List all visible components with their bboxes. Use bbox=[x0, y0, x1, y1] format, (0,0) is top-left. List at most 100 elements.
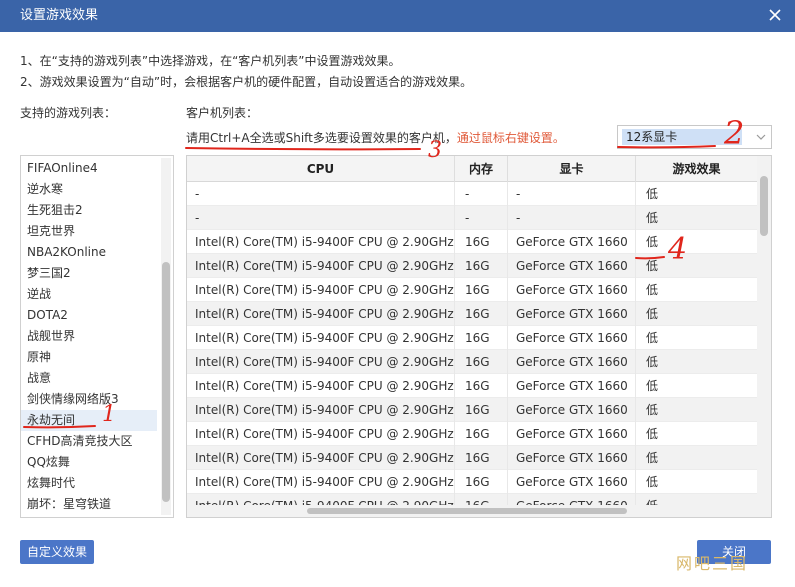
table-row[interactable]: Intel(R) Core(TM) i5-9400F CPU @ 2.90GHz… bbox=[187, 278, 757, 302]
cell-memory: 16G bbox=[455, 278, 508, 302]
cell-memory: 16G bbox=[455, 374, 508, 398]
cell-game-effect: 低 bbox=[646, 403, 659, 417]
cell-gpu: GeForce GTX 1660 bbox=[508, 398, 636, 422]
column-header-memory[interactable]: 内存 bbox=[455, 156, 508, 182]
cell-game-effect: 低 bbox=[646, 259, 659, 273]
title-bar: 设置游戏效果 bbox=[0, 0, 795, 32]
cell-game-effect: 低 bbox=[646, 475, 659, 489]
table-row[interactable]: Intel(R) Core(TM) i5-9400F CPU @ 2.90GHz… bbox=[187, 422, 757, 446]
cell-memory: 16G bbox=[455, 302, 508, 326]
cell-cpu: Intel(R) Core(TM) i5-9400F CPU @ 2.90GHz bbox=[187, 422, 455, 446]
cell-cpu: Intel(R) Core(TM) i5-9400F CPU @ 2.90GHz bbox=[187, 326, 455, 350]
game-list-item[interactable]: NBA2KOnline bbox=[21, 242, 157, 263]
game-list-item[interactable]: FIFAOnline4 bbox=[21, 158, 157, 179]
game-list-item[interactable]: 战舰世界 bbox=[21, 326, 157, 347]
cell-cpu: Intel(R) Core(TM) i5-9400F CPU @ 2.90GHz bbox=[187, 374, 455, 398]
cell-memory: 16G bbox=[455, 422, 508, 446]
cell-gpu: - bbox=[508, 182, 636, 206]
instruction-line-2: 2、游戏效果设置为“自动”时，会根据客户机的硬件配置，自动设置适合的游戏效果。 bbox=[20, 75, 473, 89]
cell-cpu: - bbox=[187, 206, 455, 230]
selection-hint: 请用Ctrl+A全选或Shift多选要设置效果的客户机，通过鼠标右键设置。 bbox=[186, 130, 565, 146]
cell-game-effect: 低 bbox=[646, 283, 659, 297]
table-row[interactable]: Intel(R) Core(TM) i5-9400F CPU @ 2.90GHz… bbox=[187, 326, 757, 350]
cell-game-effect: 低 bbox=[646, 355, 659, 369]
game-list-item[interactable]: CFHD高清竞技大区 bbox=[21, 431, 157, 452]
games-list-scroll-thumb[interactable] bbox=[162, 262, 170, 502]
game-list-item[interactable]: QQ炫舞 bbox=[21, 452, 157, 473]
cell-game-effect: 低 bbox=[646, 331, 659, 345]
cell-gpu: - bbox=[508, 206, 636, 230]
cell-cpu: Intel(R) Core(TM) i5-9400F CPU @ 2.90GHz bbox=[187, 470, 455, 494]
close-icon[interactable] bbox=[767, 7, 783, 23]
table-vertical-scroll-thumb[interactable] bbox=[760, 176, 768, 236]
hint-text: 请用Ctrl+A全选或Shift多选要设置效果的客户机， bbox=[186, 131, 457, 145]
game-list-item[interactable]: 梦三国2 bbox=[21, 263, 157, 284]
game-list-item[interactable]: 炫舞时代 bbox=[21, 473, 157, 494]
game-list-item[interactable]: 崩坏：星穹铁道 bbox=[21, 494, 157, 515]
annotation-underline-hint bbox=[185, 147, 421, 151]
games-list-label: 支持的游戏列表： bbox=[20, 106, 117, 120]
cell-cpu: Intel(R) Core(TM) i5-9400F CPU @ 2.90GHz bbox=[187, 446, 455, 470]
custom-effect-button[interactable]: 自定义效果 bbox=[20, 540, 94, 564]
cell-gpu: GeForce GTX 1660 bbox=[508, 230, 636, 254]
game-list-item[interactable]: 原神 bbox=[21, 347, 157, 368]
game-list-item[interactable]: 剑侠情缘网络版3 bbox=[21, 389, 157, 410]
cell-memory: 16G bbox=[455, 326, 508, 350]
cell-gpu: GeForce GTX 1660 bbox=[508, 374, 636, 398]
table-vertical-scrollbar[interactable] bbox=[757, 156, 771, 517]
instruction-line-1: 1、在“支持的游戏列表”中选择游戏，在“客户机列表”中设置游戏效果。 bbox=[20, 54, 401, 68]
table-row[interactable]: Intel(R) Core(TM) i5-9400F CPU @ 2.90GHz… bbox=[187, 302, 757, 326]
cell-cpu: Intel(R) Core(TM) i5-9400F CPU @ 2.90GHz bbox=[187, 230, 455, 254]
cell-memory: 16G bbox=[455, 230, 508, 254]
clients-table[interactable]: CPU 内存 显卡 游戏效果 - - - 低 - - - 低 Intel(R) Core(TM)… bbox=[186, 155, 772, 518]
gpu-filter-value: 12系显卡 bbox=[622, 129, 742, 145]
hint-right-click-text: 通过鼠标右键设置。 bbox=[456, 131, 565, 145]
column-header-gpu[interactable]: 显卡 bbox=[508, 156, 636, 182]
game-list-item[interactable]: DOTA2 bbox=[21, 305, 157, 326]
column-header-game-effect[interactable]: 游戏效果 bbox=[636, 156, 757, 182]
cell-cpu: - bbox=[187, 182, 455, 206]
cell-game-effect: 低 bbox=[646, 427, 659, 441]
table-row[interactable]: Intel(R) Core(TM) i5-9400F CPU @ 2.90GHz… bbox=[187, 374, 757, 398]
table-horizontal-scroll-thumb[interactable] bbox=[307, 508, 627, 514]
cell-game-effect: 低 bbox=[646, 451, 659, 465]
table-row[interactable]: Intel(R) Core(TM) i5-9400F CPU @ 2.90GHz… bbox=[187, 230, 757, 254]
cell-gpu: GeForce GTX 1660 bbox=[508, 350, 636, 374]
cell-memory: - bbox=[455, 206, 508, 230]
table-row[interactable]: Intel(R) Core(TM) i5-9400F CPU @ 2.90GHz… bbox=[187, 254, 757, 278]
cell-cpu: Intel(R) Core(TM) i5-9400F CPU @ 2.90GHz bbox=[187, 350, 455, 374]
game-list-item[interactable]: 生死狙击2 bbox=[21, 200, 157, 221]
window-title: 设置游戏效果 bbox=[20, 8, 99, 23]
cell-memory: 16G bbox=[455, 350, 508, 374]
chevron-down-icon bbox=[756, 134, 766, 140]
cell-gpu: GeForce GTX 1660 bbox=[508, 254, 636, 278]
cell-memory: 16G bbox=[455, 398, 508, 422]
cell-memory: 16G bbox=[455, 254, 508, 278]
table-row[interactable]: ---低 bbox=[187, 182, 757, 206]
game-list-item[interactable]: 逆水寒 bbox=[21, 179, 157, 200]
games-list[interactable]: FIFAOnline4 逆水寒 生死狙击2 坦克世界 NBA2KOnline 梦三国2 逆战… bbox=[20, 155, 174, 518]
table-row[interactable]: Intel(R) Core(TM) i5-9400F CPU @ 2.90GHz… bbox=[187, 350, 757, 374]
table-row[interactable]: ---低 bbox=[187, 206, 757, 230]
cell-memory: 16G bbox=[455, 446, 508, 470]
game-list-item[interactable]: 逆战 bbox=[21, 284, 157, 305]
cell-cpu: Intel(R) Core(TM) i5-9400F CPU @ 2.90GHz bbox=[187, 278, 455, 302]
cell-gpu: GeForce GTX 1660 bbox=[508, 302, 636, 326]
table-horizontal-scrollbar[interactable] bbox=[187, 505, 757, 517]
game-list-item[interactable]: 坦克世界 bbox=[21, 221, 157, 242]
game-list-item[interactable]: 永劫无间 bbox=[21, 410, 157, 431]
table-row[interactable]: Intel(R) Core(TM) i5-9400F CPU @ 2.90GHz… bbox=[187, 446, 757, 470]
table-row[interactable]: Intel(R) Core(TM) i5-9400F CPU @ 2.90GHz… bbox=[187, 470, 757, 494]
cell-game-effect: 低 bbox=[646, 307, 659, 321]
table-header: CPU 内存 显卡 游戏效果 bbox=[187, 156, 771, 182]
column-header-cpu[interactable]: CPU bbox=[187, 156, 455, 182]
cell-cpu: Intel(R) Core(TM) i5-9400F CPU @ 2.90GHz bbox=[187, 254, 455, 278]
cell-memory: 16G bbox=[455, 470, 508, 494]
game-list-item[interactable]: 战意 bbox=[21, 368, 157, 389]
watermark: 网吧三国 bbox=[676, 554, 749, 573]
cell-game-effect: 低 bbox=[646, 379, 659, 393]
clients-list-label: 客户机列表： bbox=[186, 106, 259, 120]
table-row[interactable]: Intel(R) Core(TM) i5-9400F CPU @ 2.90GHz… bbox=[187, 398, 757, 422]
cell-cpu: Intel(R) Core(TM) i5-9400F CPU @ 2.90GHz bbox=[187, 302, 455, 326]
gpu-filter-select[interactable]: 12系显卡 bbox=[617, 125, 772, 149]
